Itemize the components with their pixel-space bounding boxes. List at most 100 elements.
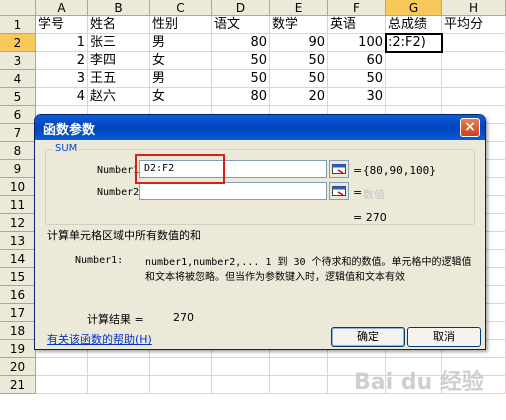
cell-f1[interactable]: 英语 — [328, 16, 386, 34]
number2-label: Number2 — [97, 187, 140, 198]
cell-e1[interactable]: 数学 — [270, 16, 328, 34]
function-name: SUM — [53, 143, 80, 154]
cell-h4[interactable] — [442, 70, 506, 88]
cell-e2[interactable]: 90 — [270, 34, 328, 52]
row-header-7[interactable]: 7 — [0, 124, 36, 142]
row-header-10[interactable]: 10 — [0, 178, 36, 196]
cell-b20[interactable] — [88, 358, 150, 376]
close-button[interactable]: × — [460, 118, 480, 137]
calculation-result-value: 270 — [173, 311, 194, 324]
cell-a2[interactable]: 1 — [36, 34, 88, 52]
cell-f3[interactable]: 60 — [328, 52, 386, 70]
row-header-19[interactable]: 19 — [0, 340, 36, 358]
column-header-c[interactable]: C — [150, 0, 212, 16]
ok-button[interactable]: 确定 — [331, 327, 405, 347]
row-header-6[interactable]: 6 — [0, 106, 36, 124]
column-header-a[interactable]: A — [36, 0, 88, 16]
row-header-17[interactable]: 17 — [0, 304, 36, 322]
cell-g1[interactable]: 总成绩 — [386, 16, 442, 34]
function-arguments-dialog: 函数参数 × SUM Number1 D2:F2 = {80,90,100} N… — [34, 114, 486, 350]
cell-f2[interactable]: 100 — [328, 34, 386, 52]
cell-d2[interactable]: 80 — [212, 34, 270, 52]
cell-e21[interactable] — [270, 376, 328, 394]
row-header-5[interactable]: 5 — [0, 88, 36, 106]
column-header-e[interactable]: E — [270, 0, 328, 16]
cell-a5[interactable]: 4 — [36, 88, 88, 106]
cell-e3[interactable]: 50 — [270, 52, 328, 70]
number1-collapse-button[interactable] — [329, 160, 349, 178]
number1-equals: = — [353, 164, 363, 177]
column-header-d[interactable]: D — [212, 0, 270, 16]
row-header-20[interactable]: 20 — [0, 358, 36, 376]
cell-g5[interactable] — [386, 88, 442, 106]
cell-b4[interactable]: 王五 — [88, 70, 150, 88]
cell-b3[interactable]: 李四 — [88, 52, 150, 70]
row-header-9[interactable]: 9 — [0, 160, 36, 178]
cell-h3[interactable] — [442, 52, 506, 70]
select-all-corner[interactable] — [0, 0, 36, 16]
cell-h2[interactable] — [442, 34, 506, 52]
cell-c4[interactable]: 男 — [150, 70, 212, 88]
row-header-3[interactable]: 3 — [0, 52, 36, 70]
function-description: 计算单元格区域中所有数值的和 — [47, 229, 201, 242]
cell-d3[interactable]: 50 — [212, 52, 270, 70]
column-header-f[interactable]: F — [328, 0, 386, 16]
cell-g3[interactable] — [386, 52, 442, 70]
cell-b21[interactable] — [88, 376, 150, 394]
row-header-13[interactable]: 13 — [0, 232, 36, 250]
number2-equals: = — [353, 186, 363, 199]
cell-c1[interactable]: 性别 — [150, 16, 212, 34]
cell-c3[interactable]: 女 — [150, 52, 212, 70]
row-header-15[interactable]: 15 — [0, 268, 36, 286]
row-header-11[interactable]: 11 — [0, 196, 36, 214]
cell-b5[interactable]: 赵六 — [88, 88, 150, 106]
function-help-link[interactable]: 有关该函数的帮助(H) — [47, 331, 152, 347]
row-header-14[interactable]: 14 — [0, 250, 36, 268]
cell-e20[interactable] — [270, 358, 328, 376]
row-header-12[interactable]: 12 — [0, 214, 36, 232]
cell-d21[interactable] — [212, 376, 270, 394]
cell-c21[interactable] — [150, 376, 212, 394]
cell-a4[interactable]: 3 — [36, 70, 88, 88]
cell-d4[interactable]: 50 — [212, 70, 270, 88]
number1-label: Number1 — [97, 165, 140, 176]
cell-h1[interactable]: 平均分 — [442, 16, 506, 34]
row-header-4[interactable]: 4 — [0, 70, 36, 88]
cell-a3[interactable]: 2 — [36, 52, 88, 70]
cell-a21[interactable] — [36, 376, 88, 394]
row-header-2[interactable]: 2 — [0, 34, 36, 52]
cell-d1[interactable]: 语文 — [212, 16, 270, 34]
row-header-18[interactable]: 18 — [0, 322, 36, 340]
cell-b2[interactable]: 张三 — [88, 34, 150, 52]
number2-input[interactable] — [139, 182, 327, 200]
cell-g4[interactable] — [386, 70, 442, 88]
cell-b1[interactable]: 姓名 — [88, 16, 150, 34]
cell-d20[interactable] — [212, 358, 270, 376]
column-header-g[interactable]: G — [386, 0, 442, 16]
cancel-button[interactable]: 取消 — [407, 327, 481, 347]
cell-h5[interactable] — [442, 88, 506, 106]
cell-f5[interactable]: 30 — [328, 88, 386, 106]
cell-c20[interactable] — [150, 358, 212, 376]
row-header-1[interactable]: 1 — [0, 16, 36, 34]
number2-collapse-button[interactable] — [329, 182, 349, 200]
cell-e5[interactable]: 20 — [270, 88, 328, 106]
dialog-title-bar[interactable]: 函数参数 × — [35, 115, 485, 140]
column-header-b[interactable]: B — [88, 0, 150, 16]
cell-c5[interactable]: 女 — [150, 88, 212, 106]
cell-c2[interactable]: 男 — [150, 34, 212, 52]
cell-a1[interactable]: 学号 — [36, 16, 88, 34]
cell-f4[interactable]: 50 — [328, 70, 386, 88]
formula-result: = 270 — [353, 211, 387, 224]
cell-d5[interactable]: 80 — [212, 88, 270, 106]
row-header-16[interactable]: 16 — [0, 286, 36, 304]
cell-e4[interactable]: 50 — [270, 70, 328, 88]
calculation-result-label: 计算结果 = — [87, 313, 144, 326]
number2-result: 数值 — [363, 188, 385, 201]
row-header-21[interactable]: 21 — [0, 376, 36, 394]
row-header-8[interactable]: 8 — [0, 142, 36, 160]
column-header-h[interactable]: H — [442, 0, 506, 16]
range-select-icon — [332, 164, 346, 174]
cell-g2[interactable]: :2:F2) — [385, 33, 443, 53]
cell-a20[interactable] — [36, 358, 88, 376]
